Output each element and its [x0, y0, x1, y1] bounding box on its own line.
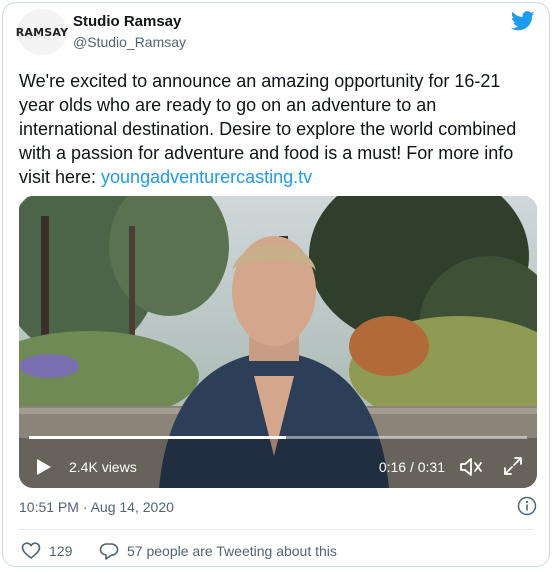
video-progress-bar[interactable] [29, 436, 527, 439]
heart-icon [21, 542, 41, 559]
twitter-bird-icon[interactable] [511, 11, 535, 31]
view-count: 2.4K views [69, 459, 137, 475]
video-frame [19, 196, 537, 488]
user-handle[interactable]: @Studio_Ramsay [73, 34, 186, 50]
fullscreen-icon[interactable] [503, 456, 523, 476]
avatar[interactable]: RAMSAY [15, 9, 69, 55]
like-button[interactable]: 129 [21, 541, 72, 561]
video-player[interactable]: 2.4K views 0:16 / 0:31 [19, 196, 537, 488]
tweet-card: RAMSAY Studio Ramsay @Studio_Ramsay We'r… [2, 2, 550, 567]
like-count: 129 [49, 543, 73, 559]
play-icon[interactable] [35, 458, 53, 476]
volume-icon[interactable] [459, 456, 485, 478]
tweet-timestamp[interactable]: 10:51 PM · Aug 14, 2020 [19, 499, 174, 515]
info-icon[interactable] [517, 496, 537, 516]
reply-bubble-icon [99, 543, 119, 560]
video-time: 0:16 / 0:31 [378, 459, 445, 475]
video-controls: 2.4K views 0:16 / 0:31 [19, 446, 537, 488]
conversation-text: 57 people are Tweeting about this [127, 543, 337, 559]
avatar-logo-text: RAMSAY [15, 25, 69, 39]
conversation-link[interactable]: 57 people are Tweeting about this [99, 541, 337, 561]
video-progress-fill [29, 436, 286, 439]
tweet-text: We're excited to announce an amazing opp… [19, 69, 539, 189]
tweet-link[interactable]: youngadventurercasting.tv [101, 167, 312, 187]
divider [19, 529, 533, 530]
display-name[interactable]: Studio Ramsay [73, 13, 181, 30]
